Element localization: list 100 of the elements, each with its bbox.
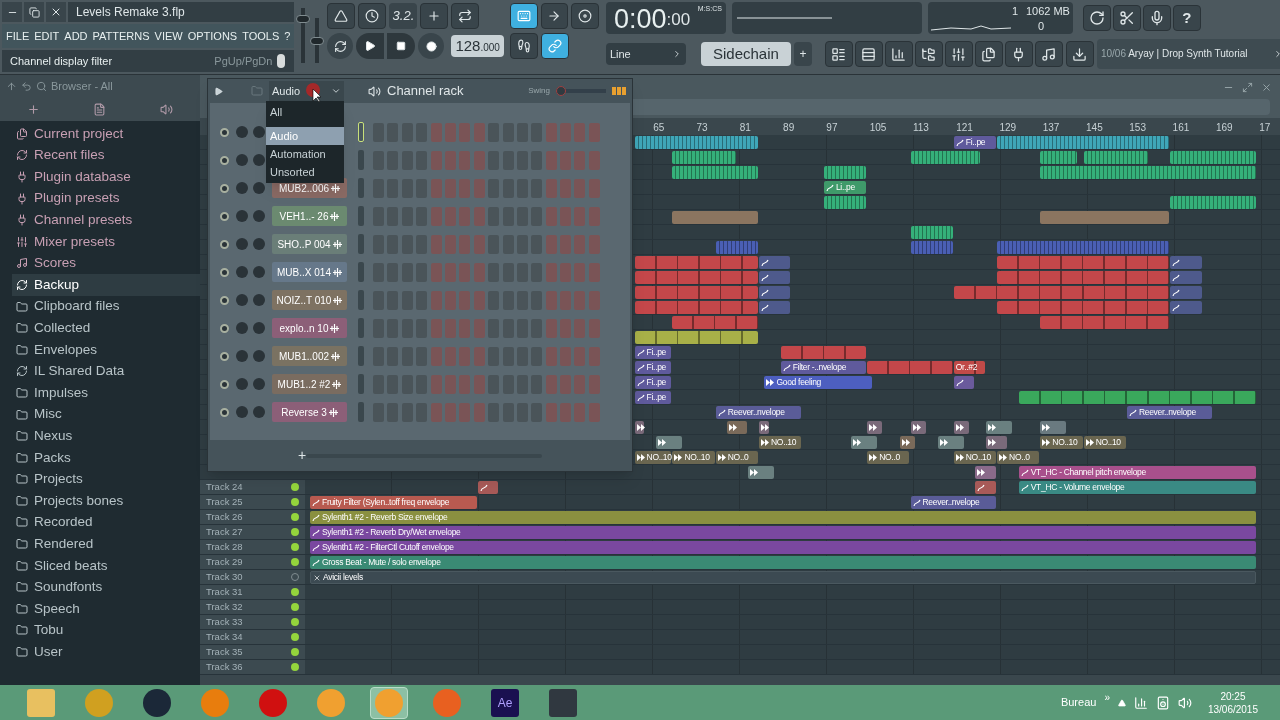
menu-item[interactable]: ADD xyxy=(64,27,88,45)
audio-clip[interactable]: NO..10 xyxy=(759,436,802,449)
channel-button[interactable]: explo..n 10 xyxy=(272,318,347,338)
browser-item[interactable]: IL Shared Data xyxy=(12,360,200,383)
automation-clip[interactable]: Reever..nvelope xyxy=(1126,406,1213,419)
browser-item[interactable]: Recorded xyxy=(12,511,200,534)
browser-item[interactable]: Sliced beats xyxy=(12,554,200,577)
automation-clip[interactable]: Li..pe xyxy=(823,181,867,194)
browser-item[interactable]: Rendered xyxy=(12,533,200,555)
browser-item[interactable]: Misc xyxy=(12,403,200,426)
automation-clip[interactable]: Fruity Filter (Sylen..toff freq envelope xyxy=(310,496,477,509)
menu-item[interactable]: ? xyxy=(284,27,291,45)
automation-clip[interactable]: VT_HC - Volume envelope xyxy=(1018,481,1256,494)
channel-button[interactable]: SHO..P 004 xyxy=(272,234,347,254)
bar-number: 129 xyxy=(999,121,1017,135)
help-button[interactable]: ? xyxy=(1172,5,1201,31)
channel-button[interactable]: MUB..X 014 xyxy=(272,262,347,282)
audio-clip[interactable]: NO..10 xyxy=(1083,436,1126,449)
audio-clip[interactable]: NO..0 xyxy=(997,451,1040,464)
automation-clip[interactable]: Fi..pe xyxy=(634,376,672,389)
channel-button[interactable]: VEH1..- 26 xyxy=(272,206,347,226)
browser-item[interactable]: Recent files xyxy=(12,144,200,167)
polyphony-value: 0 xyxy=(1037,19,1045,34)
snap-dropdown[interactable]: Line xyxy=(605,43,686,65)
channel-button[interactable]: MUB1..002 xyxy=(272,346,347,366)
audio-clip[interactable]: NO..10 xyxy=(1040,436,1083,449)
toolbar-label[interactable]: Bureau xyxy=(1060,694,1097,711)
browser-item[interactable]: Backup xyxy=(12,274,200,296)
clip-label: NO..10 xyxy=(965,453,991,462)
browser-item-label: Packs xyxy=(34,448,71,467)
menu-item[interactable]: EDIT xyxy=(34,27,60,45)
browser-item[interactable]: Nexus xyxy=(12,425,200,447)
automation-clip[interactable]: Filter -..nvelope xyxy=(780,361,867,374)
add-pattern-button[interactable]: + xyxy=(793,42,812,66)
filter-menu-item[interactable]: Unsorted xyxy=(266,163,344,181)
menu-item[interactable]: FILE xyxy=(6,27,30,45)
browser-item[interactable]: Mixer presets xyxy=(12,230,200,253)
track-header[interactable]: Track 28 xyxy=(200,540,305,554)
menu-item[interactable]: OPTIONS xyxy=(187,27,238,45)
track-header[interactable]: Track 34 xyxy=(200,630,305,644)
audio-clip[interactable]: NO..10 xyxy=(634,451,672,464)
toolbar-chevron[interactable]: » xyxy=(1104,690,1110,705)
track-header[interactable]: Track 33 xyxy=(200,615,305,629)
news-panel[interactable]: 10/06 Aryay | Drop Synth Tutorial xyxy=(1096,39,1280,69)
browser-item[interactable]: Soundfonts xyxy=(12,576,200,599)
channel-button[interactable]: MUB1..2 #2 xyxy=(272,374,347,394)
track-header[interactable]: Track 27 xyxy=(200,525,305,539)
filter-menu-item[interactable]: All xyxy=(266,103,344,121)
track-header[interactable]: Track 31 xyxy=(200,585,305,599)
track-header[interactable]: Track 30 xyxy=(200,570,305,584)
browser-item[interactable]: Channel presets xyxy=(12,209,200,231)
automation-clip[interactable]: Fi..pe xyxy=(634,391,672,404)
browser-item[interactable]: User xyxy=(12,641,200,663)
browser-item[interactable]: Collected xyxy=(12,317,200,339)
clip-label: NO..0 xyxy=(1009,453,1030,462)
hint-text: Channel display filter xyxy=(10,53,113,69)
tempo-field[interactable]: 128.000 xyxy=(451,35,504,57)
track-name: Track 27 xyxy=(206,524,243,539)
track-header[interactable]: Track 35 xyxy=(200,645,305,659)
audio-clip[interactable]: NO..0 xyxy=(867,451,910,464)
browser-item[interactable]: Plugin presets xyxy=(12,187,200,210)
countdown-button[interactable]: 3.2. xyxy=(389,3,418,29)
audio-clip[interactable]: Good feeling xyxy=(764,376,872,389)
browser-item[interactable]: Clipboard files xyxy=(12,295,200,318)
automation-clip[interactable]: Fi..pe xyxy=(634,361,672,374)
channel-button[interactable]: Reverse 3 xyxy=(272,402,347,422)
clip-label: Or..#2 xyxy=(955,363,978,372)
automation-clip[interactable]: Reever..nvelope xyxy=(910,496,997,509)
browser-item[interactable]: Current project xyxy=(12,123,200,145)
browser-item[interactable]: Projects xyxy=(12,468,200,491)
browser-item[interactable]: Plugin database xyxy=(12,166,200,188)
automation-clip[interactable]: Fi..pe xyxy=(634,346,672,359)
menu-item[interactable]: PATTERNS xyxy=(92,27,150,45)
add-channel-button[interactable]: + xyxy=(298,445,307,466)
browser-item[interactable]: Projects bones xyxy=(12,490,200,512)
automation-clip[interactable]: Reever..nvelope xyxy=(715,406,802,419)
clock[interactable]: 20:25 13/06/2015 xyxy=(1207,689,1258,716)
audio-clip[interactable]: NO..0 xyxy=(715,451,758,464)
track-header[interactable]: Track 36 xyxy=(200,660,305,674)
track-header[interactable]: Track 25 xyxy=(200,495,305,509)
pattern-selector[interactable]: Sidechain xyxy=(700,42,791,66)
browser-item[interactable]: Envelopes xyxy=(12,338,200,361)
pattern-clip[interactable]: Or..#2 xyxy=(953,361,986,374)
channel-button[interactable]: NOIZ..T 010 xyxy=(272,290,347,310)
filter-menu-item[interactable]: Automation xyxy=(266,145,344,163)
track-header[interactable]: Track 29 xyxy=(200,555,305,569)
track-header[interactable]: Track 26 xyxy=(200,510,305,524)
audio-clip[interactable]: NO..10 xyxy=(672,451,715,464)
browser-item[interactable]: Tobu xyxy=(12,619,200,642)
browser-item[interactable]: Impulses xyxy=(12,382,200,404)
browser-item[interactable]: Packs xyxy=(12,446,200,469)
automation-clip[interactable]: Fi..pe xyxy=(953,136,997,149)
track-header[interactable]: Track 24 xyxy=(200,480,305,494)
browser-item[interactable]: Scores xyxy=(12,252,200,275)
track-header[interactable]: Track 32 xyxy=(200,600,305,614)
menu-item[interactable]: TOOLS xyxy=(242,27,280,45)
menu-item[interactable]: VIEW xyxy=(154,27,183,45)
browser-item[interactable]: Speech xyxy=(12,598,200,620)
automation-clip[interactable]: VT_HC - Channel pitch envelope xyxy=(1018,466,1256,479)
audio-clip[interactable]: NO..10 xyxy=(953,451,997,464)
